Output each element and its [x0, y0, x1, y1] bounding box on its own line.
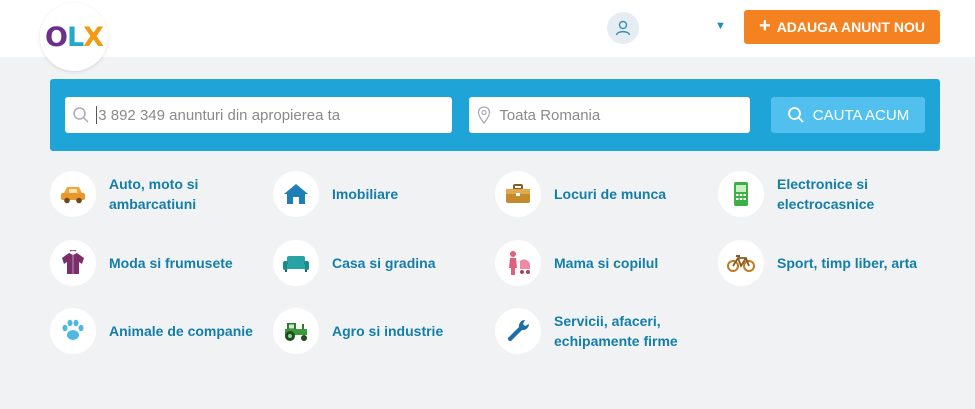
- category-label: Animale de companie: [109, 323, 253, 339]
- category-locuri-de-munca[interactable]: Locuri de munca: [495, 171, 704, 217]
- category-label: Imobiliare: [332, 186, 399, 202]
- jacket-icon: [50, 240, 96, 286]
- search-button-icon: [787, 107, 804, 123]
- search-button[interactable]: CAUTA ACUM: [771, 97, 925, 133]
- search-icon: [65, 106, 96, 124]
- category-label: Locuri de munca: [554, 186, 667, 202]
- location-field[interactable]: [469, 97, 750, 133]
- location-pin-icon: [469, 106, 499, 124]
- logo-text: OLX: [45, 21, 104, 53]
- category-casa-gradina[interactable]: Casa si gradina: [273, 240, 482, 286]
- category-agro[interactable]: Agro si industrie: [273, 308, 482, 354]
- category-label: Moda si frumusete: [109, 255, 233, 271]
- location-input[interactable]: [499, 97, 750, 133]
- category-animale[interactable]: Animale de companie: [50, 308, 259, 354]
- search-bar: CAUTA ACUM: [50, 79, 940, 151]
- phone-icon: [718, 171, 764, 217]
- user-icon[interactable]: [607, 12, 639, 44]
- category-label: Electronice si electrocasnice: [777, 176, 875, 212]
- bicycle-icon: [718, 240, 764, 286]
- briefcase-icon: [495, 171, 541, 217]
- category-label: Casa si gradina: [332, 255, 436, 271]
- category-electronice[interactable]: Electronice si electrocasnice: [718, 171, 927, 217]
- category-label: Agro si industrie: [332, 323, 444, 339]
- category-label: Mama si copilul: [554, 255, 659, 271]
- query-field[interactable]: [65, 97, 452, 133]
- paw-icon: [50, 308, 96, 354]
- category-mama-copilul[interactable]: Mama si copilul: [495, 240, 704, 286]
- tractor-icon: [273, 308, 319, 354]
- category-auto[interactable]: Auto, moto si ambarcatiuni: [50, 171, 259, 217]
- search-input[interactable]: [96, 106, 452, 124]
- category-imobiliare[interactable]: Imobiliare: [273, 171, 482, 217]
- mother-stroller-icon: [495, 240, 541, 286]
- logo-letter-l: L: [66, 21, 84, 53]
- search-button-label: CAUTA ACUM: [812, 106, 910, 124]
- header: OLX ▼ + ADAUGA ANUNT NOU: [0, 0, 975, 71]
- category-moda[interactable]: Moda si frumusete: [50, 240, 259, 286]
- post-ad-button[interactable]: + ADAUGA ANUNT NOU: [744, 10, 940, 44]
- sofa-icon: [273, 240, 319, 286]
- plus-icon: +: [759, 15, 771, 37]
- post-ad-label: ADAUGA ANUNT NOU: [776, 19, 925, 35]
- account-dropdown-icon[interactable]: ▼: [715, 20, 726, 32]
- logo-letter-o: O: [45, 21, 68, 53]
- logo-letter-x: X: [83, 21, 104, 53]
- olx-logo[interactable]: OLX: [40, 3, 108, 71]
- category-servicii[interactable]: Servicii, afaceri, echipamente firme: [495, 308, 704, 354]
- category-label: Auto, moto si ambarcatiuni: [109, 176, 199, 212]
- house-icon: [273, 171, 319, 217]
- category-label: Servicii, afaceri, echipamente firme: [554, 313, 678, 349]
- category-sport[interactable]: Sport, timp liber, arta: [718, 240, 927, 286]
- category-label: Sport, timp liber, arta: [777, 255, 918, 271]
- car-icon: [50, 171, 96, 217]
- wrench-icon: [495, 308, 541, 354]
